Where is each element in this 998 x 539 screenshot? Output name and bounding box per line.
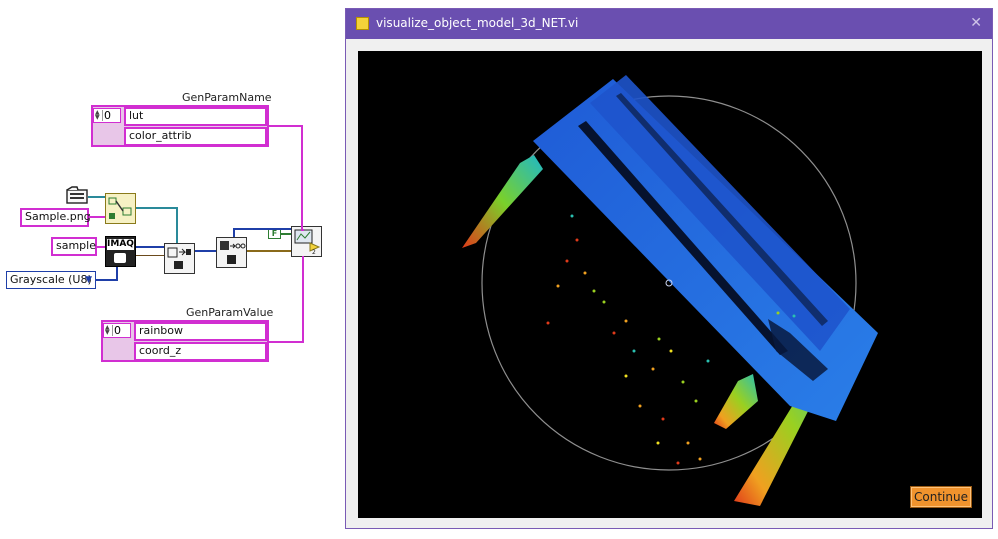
genparamname-label: GenParamName bbox=[182, 91, 272, 104]
array-index-value: 0 bbox=[114, 324, 121, 337]
string-constant[interactable]: rainbow bbox=[134, 322, 267, 341]
object-wire bbox=[233, 228, 291, 230]
point-cloud-view[interactable] bbox=[358, 51, 982, 518]
string-wire bbox=[268, 125, 303, 127]
image-wire bbox=[195, 250, 216, 252]
string-wire bbox=[302, 256, 304, 343]
enum-wire bbox=[116, 267, 118, 281]
spinner-icon[interactable]: ▲ ▼ bbox=[105, 325, 113, 336]
folder-icon[interactable] bbox=[66, 186, 88, 204]
build-path-node[interactable] bbox=[105, 193, 136, 224]
image-type-value: Grayscale (U8) bbox=[10, 273, 92, 286]
string-wire bbox=[301, 125, 303, 230]
close-icon[interactable]: ✕ bbox=[970, 15, 982, 31]
string-constant[interactable]: coord_z bbox=[134, 342, 267, 361]
visualize-node[interactable]: 2 bbox=[291, 226, 322, 257]
array-index-display[interactable]: ▲ ▼ 0 bbox=[93, 108, 121, 123]
image-wire bbox=[136, 246, 164, 248]
visualize-window[interactable]: visualize_object_model_3d_NET.vi ✕ Conti… bbox=[345, 8, 993, 529]
spinner-icon[interactable]: ▲ ▼ bbox=[95, 110, 103, 121]
file-path-constant[interactable]: Sample.png bbox=[20, 208, 91, 227]
imaq-label: IMAQ bbox=[107, 239, 134, 250]
imaq-readfile-node[interactable] bbox=[164, 243, 195, 274]
image-type-enum[interactable]: Grayscale (U8) ▼ bbox=[6, 271, 96, 289]
genparamvalue-label: GenParamValue bbox=[186, 306, 274, 319]
string-wire bbox=[301, 229, 304, 231]
block-diagram: GenParamName ▲ ▼ 0 lut color_attrib Sampl… bbox=[0, 0, 340, 539]
enum-wire bbox=[96, 279, 118, 281]
array-index-value: 0 bbox=[104, 109, 111, 122]
string-constant[interactable]: lut bbox=[124, 107, 267, 126]
path-wire bbox=[176, 207, 178, 243]
object-model-icon bbox=[220, 241, 246, 264]
imaq-create-node[interactable]: IMAQ bbox=[105, 236, 136, 267]
continue-button[interactable]: Continue bbox=[910, 486, 972, 508]
svg-text:2: 2 bbox=[312, 249, 316, 256]
string-wire bbox=[97, 246, 105, 248]
string-constant[interactable]: color_attrib bbox=[124, 127, 267, 146]
object-model-node[interactable] bbox=[216, 237, 247, 268]
visualize-icon: 2 bbox=[294, 229, 321, 256]
array-index-display[interactable]: ▲ ▼ 0 bbox=[103, 323, 131, 338]
path-wire bbox=[136, 207, 178, 209]
string-wire bbox=[89, 216, 105, 218]
dropdown-arrow-icon[interactable]: ▼ bbox=[85, 272, 92, 288]
title-bar[interactable]: visualize_object_model_3d_NET.vi ✕ bbox=[346, 9, 992, 39]
table-leg-left bbox=[462, 155, 543, 248]
labview-vi-icon bbox=[356, 17, 369, 30]
boolean-wire bbox=[281, 233, 291, 235]
error-wire bbox=[136, 255, 164, 256]
3d-view-canvas[interactable]: Continue bbox=[358, 51, 982, 518]
error-wire bbox=[247, 250, 291, 252]
table-leg-middle bbox=[714, 374, 758, 429]
string-wire bbox=[268, 341, 304, 343]
path-wire bbox=[88, 196, 105, 198]
read-file-icon bbox=[167, 247, 191, 269]
window-title: visualize_object_model_3d_NET.vi bbox=[376, 16, 579, 30]
build-path-icon bbox=[108, 197, 132, 219]
image-name-constant[interactable]: sample bbox=[51, 237, 97, 256]
imaq-icon bbox=[114, 253, 126, 263]
